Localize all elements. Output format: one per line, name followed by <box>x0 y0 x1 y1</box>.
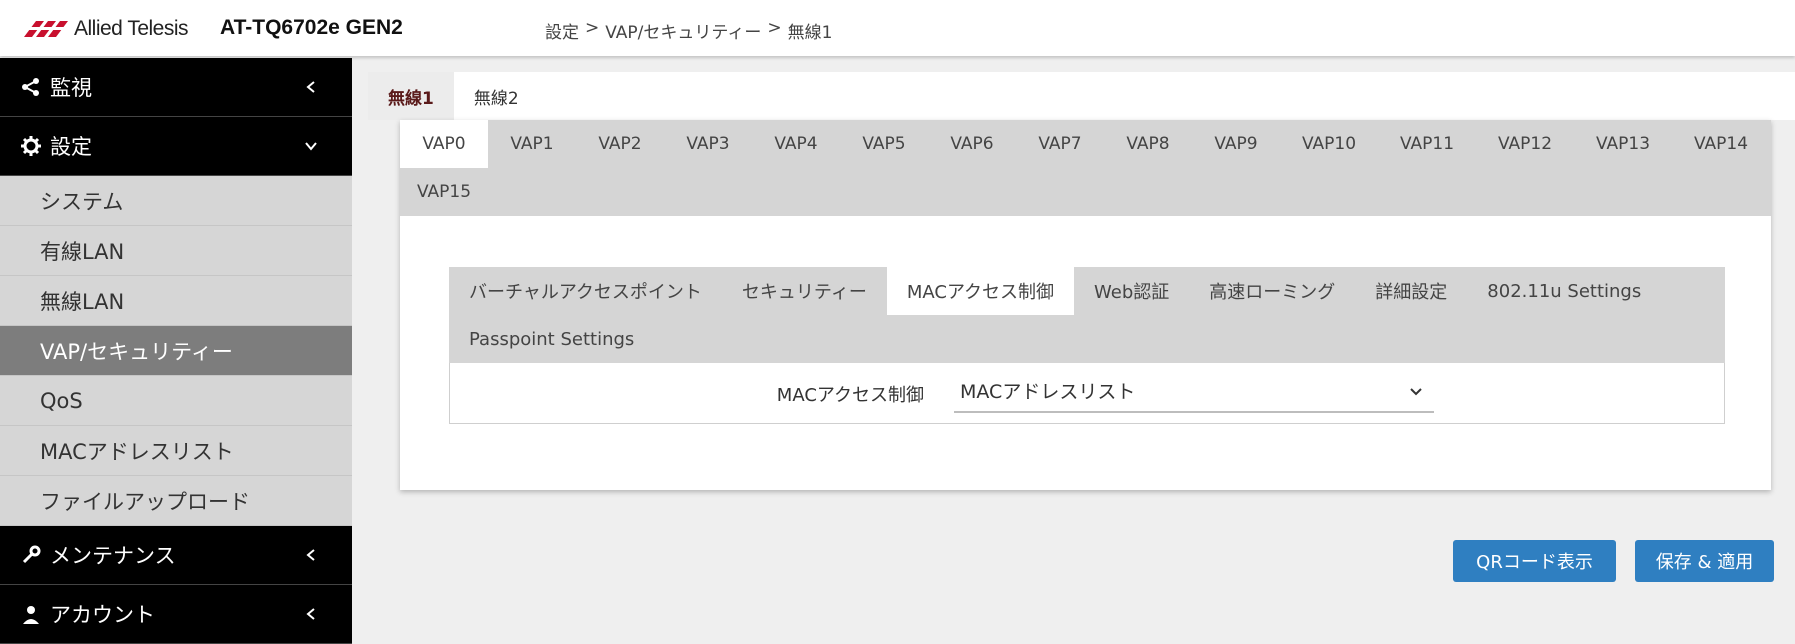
tab-advanced[interactable]: 詳細設定 <box>1355 267 1467 315</box>
product-title: AT-TQ6702e GEN2 <box>220 16 403 39</box>
sidebar: 監視 設定 システム 有線LAN 無線LAN VAP/セキュリティー QoS M… <box>0 58 352 644</box>
mac-access-content: MACアクセス制御 MACアドレスリスト <box>449 363 1725 424</box>
sidebar-item-mac-address-list[interactable]: MACアドレスリスト <box>0 426 352 476</box>
sidebar-group-monitor[interactable]: 監視 <box>0 58 352 117</box>
tab-vap11[interactable]: VAP11 <box>1378 120 1476 168</box>
tab-security[interactable]: セキュリティー <box>722 267 887 315</box>
sidebar-item-vap-security[interactable]: VAP/セキュリティー <box>0 326 352 376</box>
sidebar-item-label: MACアドレスリスト <box>40 439 234 464</box>
tab-radio1[interactable]: 無線1 <box>368 72 454 120</box>
sidebar-item-label: 無線LAN <box>40 289 125 314</box>
sidebar-group-label: 監視 <box>50 76 92 100</box>
radio-tabs: 無線1 無線2 <box>368 72 1795 120</box>
tab-mac-access-control[interactable]: MACアクセス制御 <box>886 267 1075 315</box>
tab-fast-roaming[interactable]: 高速ローミング <box>1189 267 1355 315</box>
tab-vap14[interactable]: VAP14 <box>1672 120 1770 168</box>
tab-vap3[interactable]: VAP3 <box>664 120 752 168</box>
sidebar-item-wired-lan[interactable]: 有線LAN <box>0 226 352 276</box>
brand-name: Allied Telesis <box>74 17 189 40</box>
breadcrumb-separator: > <box>767 18 782 38</box>
security-tabs: バーチャルアクセスポイント セキュリティー MACアクセス制御 Web認証 高速… <box>449 267 1725 363</box>
breadcrumb-separator: > <box>585 18 600 38</box>
mac-access-control-select[interactable]: MACアドレスリスト <box>954 373 1434 413</box>
breadcrumb-item: 無線1 <box>787 23 833 43</box>
sidebar-item-qos[interactable]: QoS <box>0 376 352 426</box>
sidebar-item-system[interactable]: システム <box>0 176 352 226</box>
sidebar-item-label: QoS <box>40 388 83 413</box>
security-settings-box: バーチャルアクセスポイント セキュリティー MACアクセス制御 Web認証 高速… <box>449 267 1725 424</box>
chevron-down-icon <box>305 142 317 151</box>
chevron-left-icon <box>306 81 315 93</box>
tab-radio2[interactable]: 無線2 <box>454 72 539 120</box>
tab-vap7[interactable]: VAP7 <box>1016 120 1104 168</box>
mac-access-control-value: MACアドレスリスト <box>960 381 1136 403</box>
tab-vap0[interactable]: VAP0 <box>400 120 488 168</box>
save-apply-button[interactable]: 保存 & 適用 <box>1635 540 1774 582</box>
wrench-icon <box>20 544 42 566</box>
sidebar-item-label: 有線LAN <box>40 239 125 264</box>
tab-vap6[interactable]: VAP6 <box>928 120 1016 168</box>
tab-vap15[interactable]: VAP15 <box>400 168 488 216</box>
vap-panel: VAP0 VAP1 VAP2 VAP3 VAP4 VAP5 VAP6 VAP7 … <box>400 120 1771 490</box>
main-content: 無線1 無線2 VAP0 VAP1 VAP2 VAP3 VAP4 VAP5 VA… <box>352 58 1795 603</box>
chevron-down-icon <box>1410 388 1422 396</box>
sidebar-item-file-upload[interactable]: ファイルアップロード <box>0 476 352 526</box>
sidebar-item-label: ファイルアップロード <box>40 489 250 514</box>
share-icon <box>20 76 42 98</box>
sidebar-item-wireless-lan[interactable]: 無線LAN <box>0 276 352 326</box>
gear-icon <box>20 135 42 157</box>
tab-vap5[interactable]: VAP5 <box>840 120 928 168</box>
user-icon <box>20 603 42 625</box>
tab-vap4[interactable]: VAP4 <box>752 120 840 168</box>
breadcrumb-item: VAP/セキュリティー <box>605 23 762 43</box>
top-header: Allied Telesis AT-TQ6702e GEN2 設定 > VAP/… <box>0 0 1795 56</box>
breadcrumb-item: 設定 <box>545 23 579 43</box>
sidebar-group-maintenance[interactable]: メンテナンス <box>0 526 352 585</box>
tab-80211u-settings[interactable]: 802.11u Settings <box>1467 267 1661 315</box>
sidebar-group-label: メンテナンス <box>50 544 176 568</box>
chevron-left-icon <box>306 549 315 561</box>
allied-telesis-logo-icon <box>22 21 70 37</box>
sidebar-group-settings[interactable]: 設定 <box>0 117 352 176</box>
breadcrumb: 設定 > VAP/セキュリティー > 無線1 <box>545 18 832 43</box>
tab-vap2[interactable]: VAP2 <box>576 120 664 168</box>
tab-vap10[interactable]: VAP10 <box>1280 120 1378 168</box>
tab-virtual-access-point[interactable]: バーチャルアクセスポイント <box>449 267 722 315</box>
show-qr-code-button[interactable]: QRコード表示 <box>1453 540 1616 582</box>
tab-vap8[interactable]: VAP8 <box>1104 120 1192 168</box>
brand-logo[interactable]: Allied Telesis <box>22 17 189 40</box>
tab-vap9[interactable]: VAP9 <box>1192 120 1280 168</box>
tab-vap13[interactable]: VAP13 <box>1574 120 1672 168</box>
sidebar-group-account[interactable]: アカウント <box>0 585 352 644</box>
sidebar-item-label: VAP/セキュリティー <box>40 339 233 364</box>
tab-vap12[interactable]: VAP12 <box>1476 120 1574 168</box>
vap-tabs: VAP0 VAP1 VAP2 VAP3 VAP4 VAP5 VAP6 VAP7 … <box>400 120 1771 216</box>
tab-vap1[interactable]: VAP1 <box>488 120 576 168</box>
chevron-left-icon <box>306 608 315 620</box>
sidebar-group-label: 設定 <box>50 135 92 159</box>
mac-access-control-label: MACアクセス制御 <box>776 385 924 406</box>
tab-passpoint-settings[interactable]: Passpoint Settings <box>449 315 654 363</box>
tab-web-auth[interactable]: Web認証 <box>1074 267 1189 315</box>
sidebar-item-label: システム <box>40 189 124 214</box>
sidebar-group-label: アカウント <box>50 603 155 627</box>
